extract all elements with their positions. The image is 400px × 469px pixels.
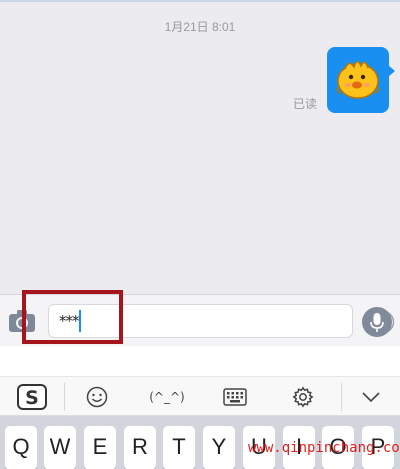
chevron-down-icon[interactable]	[356, 377, 386, 417]
toolbar-separator	[341, 383, 342, 411]
key-e[interactable]: E	[84, 426, 116, 469]
kaomoji-label: (^_^)	[149, 390, 185, 404]
svg-text:S: S	[25, 387, 39, 409]
ime-toolbar: S (^_^)	[0, 376, 400, 416]
chick-sticker-icon	[336, 61, 380, 99]
keyboard-icon[interactable]	[220, 377, 250, 417]
read-status-label: 已读	[293, 97, 318, 111]
smiley-icon[interactable]	[82, 377, 112, 417]
key-q[interactable]: Q	[5, 426, 37, 469]
highlight-annotation-box	[22, 290, 123, 344]
key-t[interactable]: T	[163, 426, 195, 469]
key-y[interactable]: Y	[203, 426, 235, 469]
bubble-tail	[388, 65, 395, 77]
message-timestamp: 1月21日 8:01	[164, 20, 236, 34]
sogou-s-logo-icon[interactable]: S	[14, 377, 50, 417]
key-r[interactable]: R	[124, 426, 156, 469]
gear-icon[interactable]	[288, 377, 318, 417]
toolbar-separator	[64, 383, 65, 411]
chat-message-area[interactable]: 1月21日 8:01 已读	[0, 2, 400, 294]
kaomoji-button[interactable]: (^_^)	[145, 377, 189, 417]
microphone-icon[interactable]	[362, 307, 392, 337]
sent-sticker-bubble[interactable]	[327, 47, 395, 113]
key-w[interactable]: W	[44, 426, 76, 469]
ime-candidate-strip	[0, 346, 400, 376]
watermark-text: www.qinpinchang.com	[248, 440, 400, 456]
